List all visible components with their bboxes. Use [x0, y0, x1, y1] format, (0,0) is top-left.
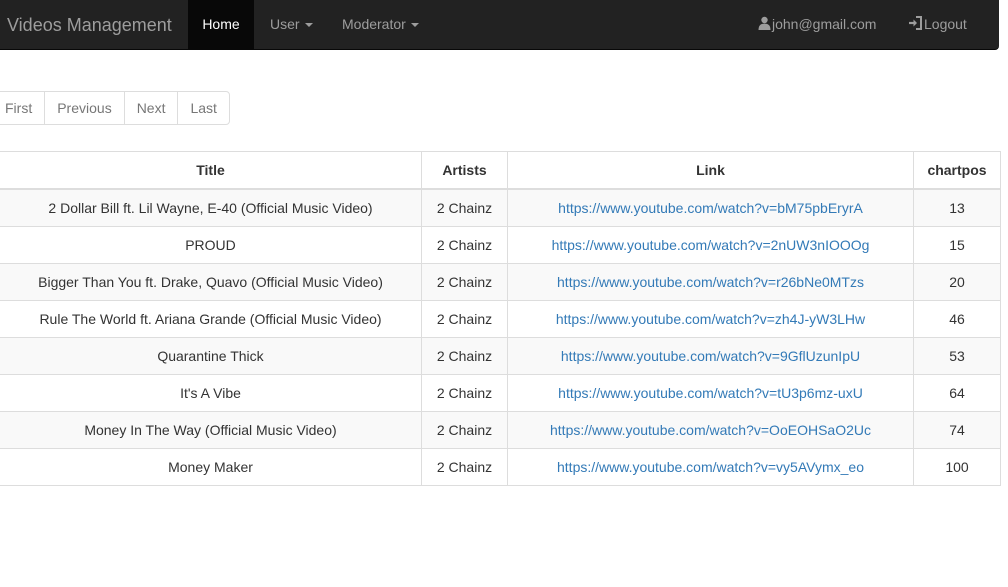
cell-artists: 2 Chainz: [421, 263, 508, 301]
cell-chartpos: 20: [913, 263, 1001, 301]
cell-link[interactable]: https://www.youtube.com/watch?v=9GflUzun…: [507, 337, 914, 375]
cell-link[interactable]: https://www.youtube.com/watch?v=tU3p6mz-…: [507, 374, 914, 412]
column-header-link[interactable]: Link: [507, 151, 914, 190]
top-navbar: Videos Management Home User Moderator jo…: [0, 0, 999, 50]
cell-link[interactable]: https://www.youtube.com/watch?v=bM75pbEr…: [507, 188, 914, 227]
cell-artists: 2 Chainz: [421, 188, 508, 227]
cell-title: Money In The Way (Official Music Video): [0, 411, 422, 449]
cell-artists: 2 Chainz: [421, 448, 508, 486]
cell-title: Money Maker: [0, 448, 422, 486]
table-header-row: Title Artists Link chartpos: [0, 151, 1001, 190]
cell-link[interactable]: https://www.youtube.com/watch?v=2nUW3nIO…: [507, 226, 914, 264]
cell-link[interactable]: https://www.youtube.com/watch?v=r26bNe0M…: [507, 263, 914, 301]
cell-artists: 2 Chainz: [421, 226, 508, 264]
cell-artists: 2 Chainz: [421, 374, 508, 412]
cell-chartpos: 100: [913, 448, 1001, 486]
cell-artists: 2 Chainz: [421, 300, 508, 338]
cell-link[interactable]: https://www.youtube.com/watch?v=zh4J-yW3…: [507, 300, 914, 338]
app-brand[interactable]: Videos Management: [7, 0, 172, 50]
table-row: Money In The Way (Official Music Video) …: [0, 411, 1001, 449]
cell-link[interactable]: https://www.youtube.com/watch?v=vy5AVymx…: [507, 448, 914, 486]
videos-table: Title Artists Link chartpos 2 Dollar Bil…: [0, 151, 1001, 486]
cell-chartpos: 53: [913, 337, 1001, 375]
cell-title: Bigger Than You ft. Drake, Quavo (Offici…: [0, 263, 422, 301]
user-icon: [758, 1, 771, 49]
cell-title: Rule The World ft. Ariana Grande (Offici…: [0, 300, 422, 338]
chevron-down-icon: [304, 23, 313, 28]
pagination: First Previous Next Last: [0, 91, 230, 125]
table-row: Quarantine Thick 2 Chainz https://www.yo…: [0, 337, 1001, 375]
logout-label: Logout: [924, 16, 967, 32]
nav-home-label: Home: [202, 16, 240, 32]
table-row: Bigger Than You ft. Drake, Quavo (Offici…: [0, 263, 1001, 301]
chevron-down-icon: [410, 23, 419, 28]
nav-user-dropdown[interactable]: User: [270, 0, 313, 50]
cell-artists: 2 Chainz: [421, 411, 508, 449]
nav-moderator-label: Moderator: [342, 16, 406, 32]
cell-chartpos: 13: [913, 188, 1001, 227]
column-header-artists[interactable]: Artists: [421, 151, 508, 190]
cell-title: It's A Vibe: [0, 374, 422, 412]
cell-link[interactable]: https://www.youtube.com/watch?v=OoEOHSaO…: [507, 411, 914, 449]
column-header-chartpos[interactable]: chartpos: [913, 151, 1001, 190]
page-first-button[interactable]: First: [0, 92, 44, 124]
cell-title: Quarantine Thick: [0, 337, 422, 375]
cell-chartpos: 64: [913, 374, 1001, 412]
user-email: john@gmail.com: [772, 16, 877, 32]
logout-link[interactable]: Logout: [908, 0, 967, 50]
page-previous-button[interactable]: Previous: [44, 92, 123, 124]
page-next-button[interactable]: Next: [123, 92, 178, 124]
table-row: PROUD 2 Chainz https://www.youtube.com/w…: [0, 226, 1001, 264]
cell-chartpos: 15: [913, 226, 1001, 264]
table-row: Rule The World ft. Ariana Grande (Offici…: [0, 300, 1001, 338]
table-row: It's A Vibe 2 Chainz https://www.youtube…: [0, 374, 1001, 412]
cell-chartpos: 74: [913, 411, 1001, 449]
column-header-title[interactable]: Title: [0, 151, 422, 190]
nav-user-label: User: [270, 16, 300, 32]
log-in-icon: [908, 1, 923, 49]
nav-home[interactable]: Home: [188, 0, 254, 50]
nav-moderator-dropdown[interactable]: Moderator: [342, 0, 419, 50]
cell-chartpos: 46: [913, 300, 1001, 338]
table-row: 2 Dollar Bill ft. Lil Wayne, E-40 (Offic…: [0, 188, 1001, 227]
table-row: Money Maker 2 Chainz https://www.youtube…: [0, 448, 1001, 486]
cell-title: PROUD: [0, 226, 422, 264]
cell-title: 2 Dollar Bill ft. Lil Wayne, E-40 (Offic…: [0, 188, 422, 227]
nav-user-account[interactable]: john@gmail.com: [758, 0, 876, 50]
cell-artists: 2 Chainz: [421, 337, 508, 375]
page-last-button[interactable]: Last: [177, 92, 228, 124]
